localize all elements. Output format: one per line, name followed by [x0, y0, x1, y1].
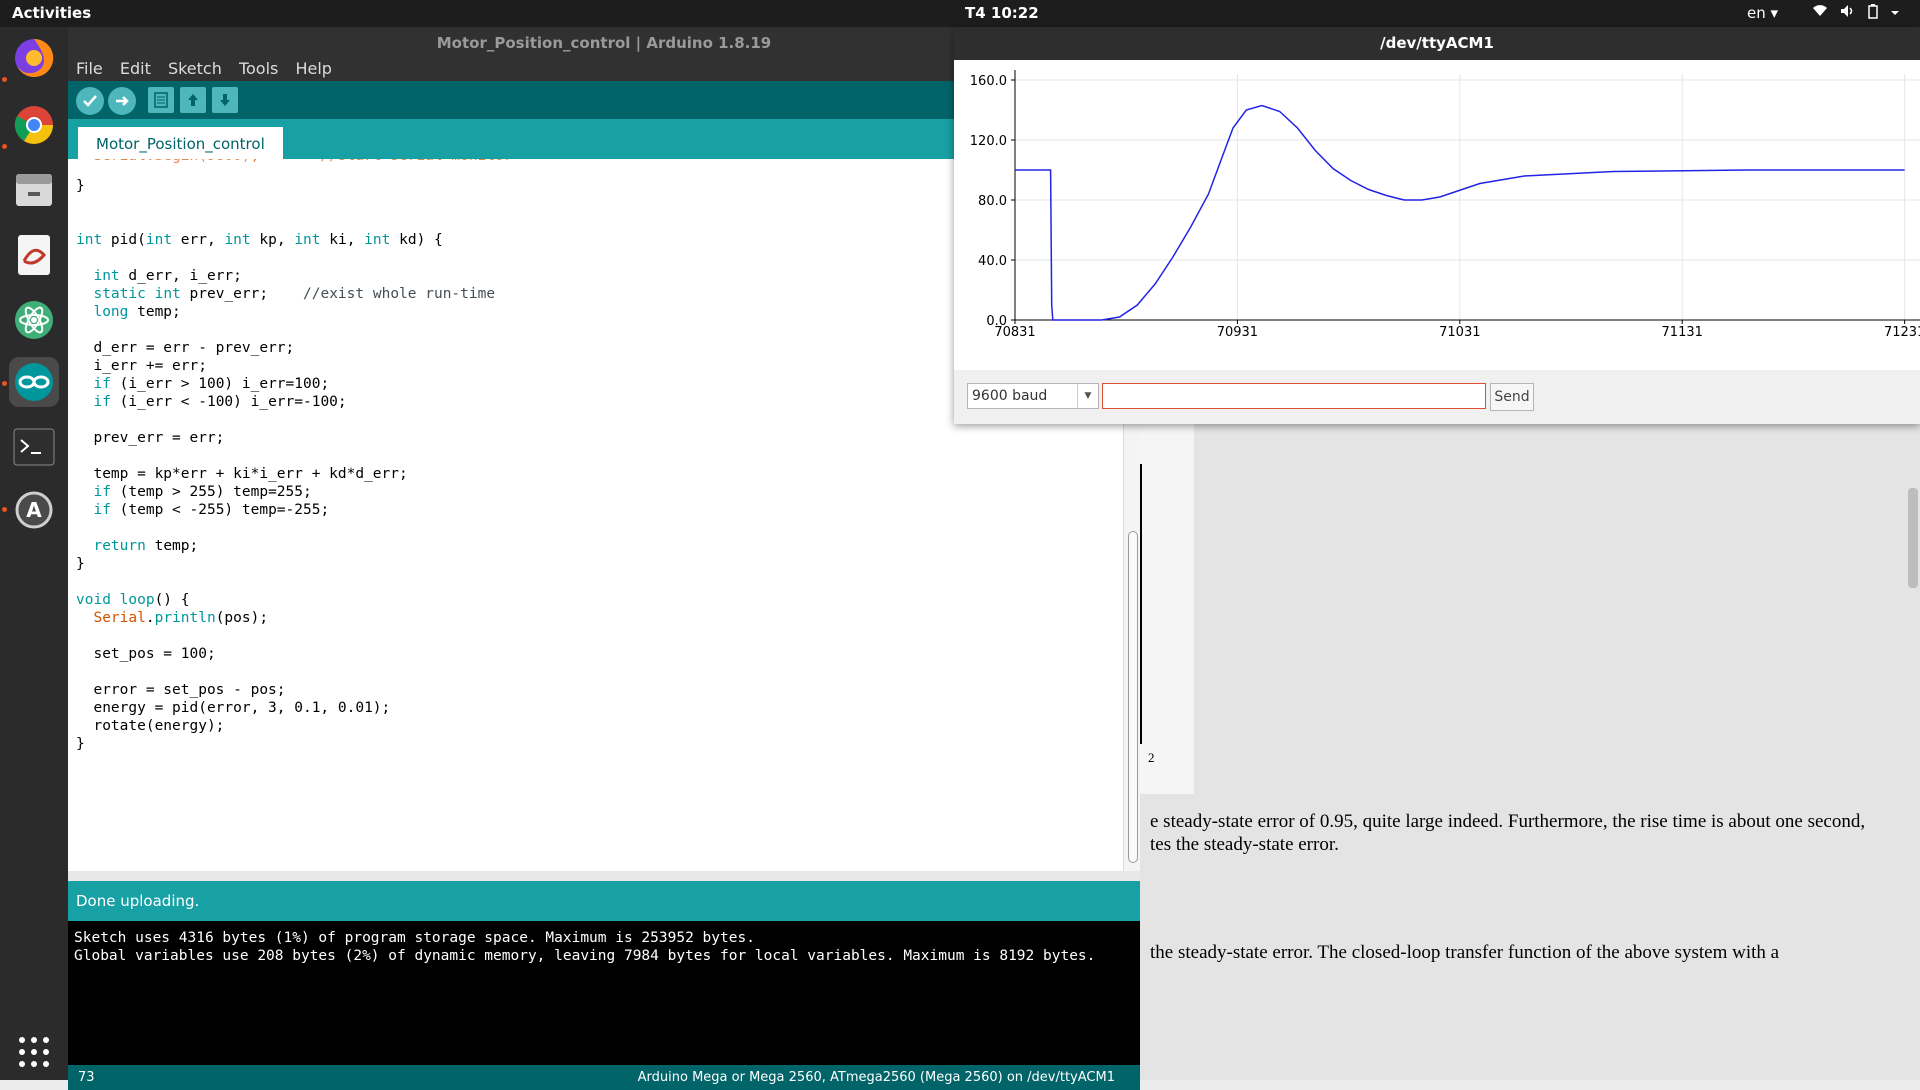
menu-tools[interactable]: Tools — [239, 59, 278, 78]
y-tick-label: 40.0 — [978, 254, 1007, 269]
files-icon[interactable] — [9, 165, 59, 215]
tab-motor-position-control[interactable]: Motor_Position_control — [78, 127, 283, 159]
running-indicator — [2, 77, 7, 82]
menu-help[interactable]: Help — [295, 59, 331, 78]
panel-divider[interactable] — [68, 871, 1140, 881]
baud-rate-value: 9600 baud — [972, 388, 1048, 404]
document-scrollbar-thumb[interactable] — [1908, 488, 1918, 588]
y-tick-label: 80.0 — [978, 194, 1007, 209]
clock[interactable]: T4 10:22 — [965, 4, 1039, 22]
serial-plotter-window: /dev/ttyACM1 160.0 120.0 80.0 40.0 0.0 70831 7… — [954, 27, 1920, 424]
x-tick-label: 71231 — [1884, 325, 1920, 340]
document-text-line: tes the steady-state error. — [1150, 834, 1339, 855]
chrome-icon[interactable] — [9, 100, 59, 150]
svg-text:A: A — [26, 498, 42, 522]
line-number: 73 — [78, 1070, 95, 1085]
show-apps-grid-icon[interactable] — [9, 1027, 59, 1077]
document-figure: 2 — [1140, 424, 1194, 794]
board-info: Arduino Mega or Mega 2560, ATmega2560 (M… — [637, 1070, 1115, 1085]
x-tick-label: 71131 — [1662, 325, 1703, 340]
verify-button[interactable] — [76, 87, 104, 115]
y-tick-label: 160.0 — [970, 74, 1007, 89]
firefox-icon[interactable] — [9, 33, 59, 83]
wifi-icon[interactable] — [1812, 4, 1828, 22]
software-updater-icon[interactable]: A — [9, 485, 59, 535]
serial-plot-chart: 160.0120.080.040.00.070831 70931 71031 7113… — [970, 70, 1920, 340]
menu-edit[interactable]: Edit — [120, 59, 151, 78]
new-sketch-button[interactable] — [148, 87, 174, 113]
battery-icon[interactable] — [1868, 4, 1878, 23]
terminal-icon[interactable] — [9, 422, 59, 472]
figure-axis-line — [1140, 464, 1142, 744]
status-footer: 73 Arduino Mega or Mega 2560, ATmega2560… — [68, 1065, 1140, 1090]
upload-button[interactable] — [108, 87, 136, 115]
x-tick-label: 70831 — [994, 325, 1035, 340]
activities-button[interactable]: Activities — [12, 4, 91, 22]
editor-scrollbar-thumb[interactable] — [1128, 531, 1138, 863]
console-line: Global variables use 208 bytes (2%) of d… — [74, 948, 1096, 964]
plotter-title: /dev/ttyACM1 — [954, 27, 1920, 60]
save-sketch-button[interactable] — [212, 87, 238, 113]
code-text[interactable]: Serial.begin(9600); //start serial monit… — [76, 159, 513, 753]
plot-area: 160.0 120.0 80.0 40.0 0.0 70831 70931 71031 7113… — [954, 60, 1920, 370]
running-indicator — [2, 381, 7, 386]
language-selector[interactable]: en ▾ — [1747, 4, 1778, 22]
output-console: Sketch uses 4316 bytes (1%) of program s… — [68, 921, 1140, 1065]
open-sketch-button[interactable] — [180, 87, 206, 113]
baud-rate-select[interactable]: 9600 baud ▼ — [967, 383, 1099, 409]
document-text-line: the steady-state error. The closed-loop … — [1150, 942, 1780, 963]
dock: A — [0, 27, 68, 1080]
volume-icon[interactable] — [1840, 4, 1856, 22]
system-menu-chevron-icon[interactable] — [1890, 4, 1900, 22]
top-bar: Activities T4 10:22 en ▾ — [0, 0, 1920, 27]
status-message: Done uploading. — [68, 881, 1140, 921]
running-indicator — [2, 507, 7, 512]
console-line: Sketch uses 4316 bytes (1%) of program s… — [74, 930, 755, 946]
plotter-controls: 9600 baud ▼ Send — [954, 380, 1920, 420]
send-button[interactable]: Send — [1490, 383, 1534, 411]
send-input[interactable] — [1102, 383, 1486, 409]
y-tick-label: 120.0 — [970, 134, 1007, 149]
atom-icon[interactable] — [9, 295, 59, 345]
x-tick-label: 71031 — [1439, 325, 1480, 340]
menu-file[interactable]: File — [76, 59, 103, 78]
x-tick-label: 70931 — [1217, 325, 1258, 340]
document-text-line: e steady-state error of 0.95, quite larg… — [1150, 811, 1866, 832]
text-editor-icon[interactable] — [9, 230, 59, 280]
chevron-down-icon[interactable]: ▼ — [1077, 384, 1098, 408]
arduino-icon[interactable] — [9, 357, 59, 407]
background-document: 2 e steady-state error of 0.95, quite la… — [1140, 424, 1920, 1080]
document-scrollbar[interactable] — [1904, 424, 1920, 1080]
figure-tick-label: 2 — [1148, 750, 1155, 765]
menu-sketch[interactable]: Sketch — [168, 59, 222, 78]
running-indicator — [2, 144, 7, 149]
